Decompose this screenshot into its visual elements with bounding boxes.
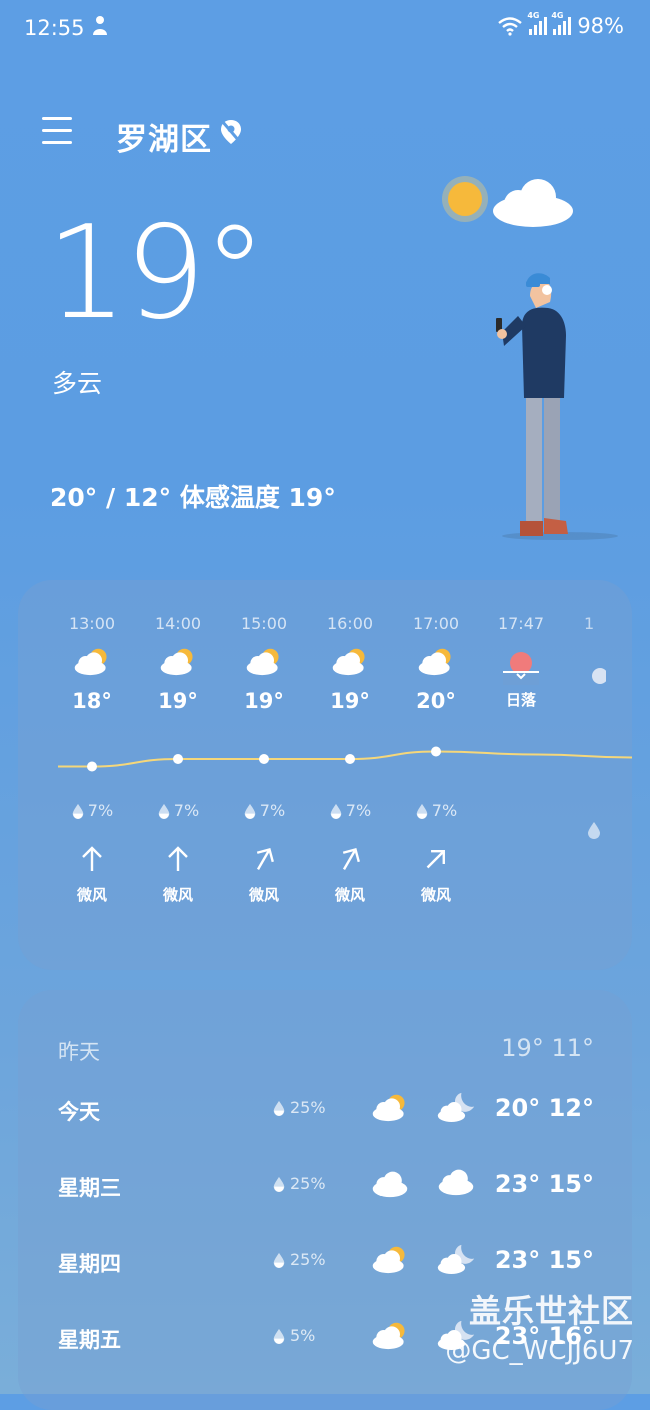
- hour-precipitation: 7%: [315, 801, 385, 820]
- signal-icon: 4G: [527, 11, 548, 35]
- day-label: 星期四: [58, 1252, 121, 1276]
- raindrop-icon: [158, 803, 170, 819]
- sunset-time: 17:47: [497, 614, 545, 633]
- cloudy-icon: [436, 1166, 476, 1200]
- cloud-icon: [493, 179, 573, 227]
- hour-temperature: 18°: [72, 689, 112, 713]
- temperature-point: [431, 746, 441, 757]
- temperature-point: [173, 754, 183, 764]
- raindrop-icon: [72, 803, 84, 819]
- sunset-label: 日落: [505, 691, 536, 709]
- wind-direction-arrow-icon: [401, 844, 471, 878]
- temperature-curve: [58, 746, 632, 772]
- temperature-range-feels-like: 20° / 12° 体感温度 19°: [50, 483, 336, 512]
- hour-temperature: 19°: [244, 689, 284, 713]
- sunset-icon: [486, 633, 556, 689]
- raindrop-icon: [244, 803, 256, 819]
- location-pin-icon: [218, 118, 244, 150]
- day-temps: 20° 12°: [494, 1094, 594, 1122]
- sunset-column: 17:47 日落: [486, 614, 556, 710]
- raindrop-icon: [588, 822, 600, 839]
- partly-cloudy-icon: [315, 633, 385, 689]
- current-temperature: 19°: [46, 199, 267, 348]
- hour-wind: 微风: [76, 886, 107, 904]
- hour-precipitation: 7%: [143, 801, 213, 820]
- day-label: 星期三: [58, 1176, 121, 1200]
- status-right: 4G 4G 98%: [497, 11, 624, 38]
- sun-core: [448, 182, 482, 216]
- cloudy-icon: [370, 1168, 410, 1202]
- hour-temperature: 20°: [416, 689, 456, 713]
- wind-direction-arrow-icon: [143, 844, 213, 878]
- daily-row[interactable]: 今天 25% 20° 12°: [18, 1090, 632, 1130]
- wind-direction-arrow-icon: [229, 844, 299, 878]
- day-temps: 19° 11°: [501, 1034, 594, 1062]
- current-condition: 多云: [52, 369, 103, 398]
- moon-icon: [592, 668, 606, 684]
- partly-cloudy-icon: [370, 1320, 410, 1354]
- day-precipitation: 25%: [272, 1174, 326, 1193]
- notification-person-icon: [90, 14, 110, 42]
- watermark-title: 盖乐世社区: [468, 1292, 634, 1330]
- hour-time: 14:00: [154, 614, 202, 633]
- raindrop-icon: [273, 1176, 285, 1192]
- day-label: 今天: [58, 1100, 100, 1124]
- menu-icon[interactable]: [42, 117, 72, 145]
- day-precipitation: 25%: [272, 1250, 326, 1269]
- raindrop-icon: [330, 803, 342, 819]
- day-label: 星期五: [58, 1328, 121, 1352]
- partly-cloudy-icon: [401, 633, 471, 689]
- cloudy-night-icon: [436, 1242, 476, 1280]
- cloudy-night-icon: [436, 1090, 476, 1128]
- raindrop-icon: [416, 803, 428, 819]
- watermark-user: @GC_WCJJ6U7: [445, 1336, 634, 1366]
- hourly-forecast-card[interactable]: 13:00 18° 7% 微风 14:00 19° 7% 微风 15:00 19° 7% 微风 16:0…: [18, 580, 632, 970]
- partly-cloudy-icon: [143, 633, 213, 689]
- hour-time: 13:00: [68, 614, 116, 633]
- raindrop-icon: [273, 1328, 285, 1344]
- partly-cloudy-icon: [57, 633, 127, 689]
- person-illustration: [496, 273, 568, 536]
- day-precipitation: 25%: [272, 1098, 326, 1117]
- hour-wind: 微风: [420, 886, 451, 904]
- battery-level: 98%: [577, 14, 624, 38]
- hour-precipitation: 7%: [401, 801, 471, 820]
- hour-temperature: 19°: [330, 689, 370, 713]
- day-temps: 23° 15°: [494, 1246, 594, 1274]
- hour-time: 16:00: [326, 614, 374, 633]
- hour-time: 15:00: [240, 614, 288, 633]
- day-temps: 23° 15°: [494, 1170, 594, 1198]
- raindrop-icon: [273, 1100, 285, 1116]
- status-time: 12:55: [24, 16, 85, 40]
- weather-illustration: [442, 176, 618, 540]
- signal-icon: 4G: [551, 11, 572, 35]
- hour-temperature: 19°: [158, 689, 198, 713]
- hour-precipitation: 7%: [57, 801, 127, 820]
- wind-direction-arrow-icon: [57, 844, 127, 878]
- daily-row[interactable]: 星期三 25% 23° 15°: [18, 1166, 632, 1206]
- temperature-point: [259, 754, 269, 764]
- daily-row-yesterday[interactable]: 昨天 19° 11°: [18, 1030, 632, 1070]
- raindrop-icon: [273, 1252, 285, 1268]
- next-hour-time-partial: 1: [584, 614, 595, 633]
- temperature-point: [87, 761, 97, 772]
- hour-precipitation: 7%: [229, 801, 299, 820]
- hour-wind: 微风: [334, 886, 365, 904]
- wind-direction-arrow-icon: [315, 844, 385, 878]
- partly-cloudy-icon: [229, 633, 299, 689]
- hour-wind: 微风: [248, 886, 279, 904]
- partly-cloudy-icon: [370, 1244, 410, 1278]
- hour-time: 17:00: [412, 614, 460, 633]
- location-name[interactable]: 罗湖区: [116, 114, 212, 159]
- temperature-point: [345, 754, 355, 764]
- daily-row[interactable]: 星期四 25% 23° 15°: [18, 1242, 632, 1282]
- wifi-icon: [498, 17, 523, 36]
- partly-cloudy-icon: [370, 1092, 410, 1126]
- day-label: 昨天: [58, 1040, 100, 1064]
- hour-wind: 微风: [162, 886, 193, 904]
- day-precipitation: 5%: [272, 1326, 315, 1345]
